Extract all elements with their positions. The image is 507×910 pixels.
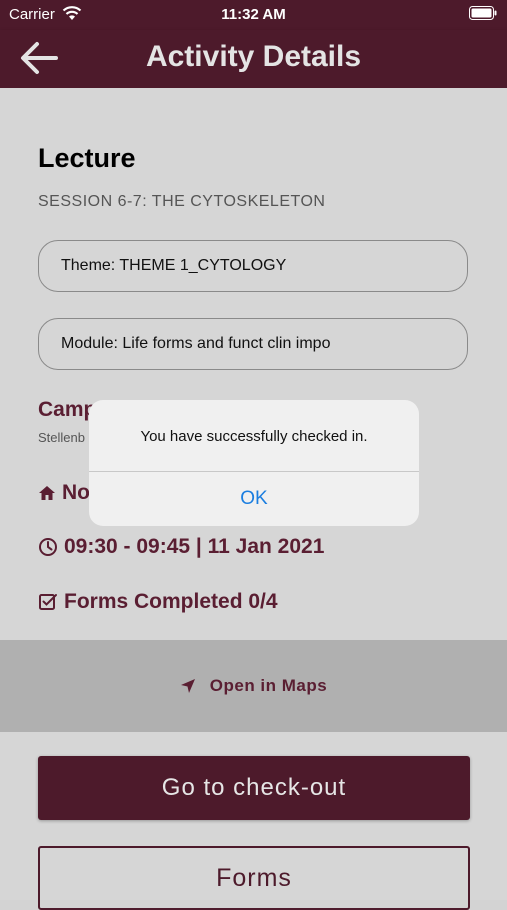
checkbox-checked-icon bbox=[39, 594, 57, 610]
home-icon bbox=[39, 486, 55, 500]
campus-location: Stellenb bbox=[38, 430, 85, 445]
open-in-maps-label: Open in Maps bbox=[209, 676, 328, 695]
alert-message: You have successfully checked in. bbox=[140, 428, 368, 445]
activity-type-heading: Lecture bbox=[38, 143, 136, 173]
page-title: Activity Details bbox=[145, 40, 362, 73]
status-bar: Carrier 11:32 AM bbox=[0, 0, 507, 30]
open-in-maps-link[interactable]: Open in Maps bbox=[0, 676, 507, 696]
module-field: Module: Life forms and funct clin impo bbox=[38, 318, 468, 370]
alert-ok-button[interactable]: OK bbox=[89, 472, 419, 526]
time-date-label: 09:30 - 09:45 | 11 Jan 2021 bbox=[64, 535, 325, 558]
theme-field: Theme: THEME 1_CYTOLOGY bbox=[38, 240, 468, 292]
nav-bar: Activity Details bbox=[0, 30, 507, 88]
battery-icon bbox=[469, 6, 497, 20]
clock-icon bbox=[39, 538, 57, 556]
clock: 11:32 AM bbox=[221, 6, 286, 23]
check-in-success-alert: You have successfully checked in. OK bbox=[89, 400, 419, 526]
time-row: 09:30 - 09:45 | 11 Jan 2021 bbox=[38, 535, 324, 559]
forms-completed-label: Forms Completed 0/4 bbox=[64, 590, 278, 613]
forms-button[interactable]: Forms bbox=[38, 846, 470, 910]
forms-completed-row: Forms Completed 0/4 bbox=[38, 590, 278, 614]
session-title: SESSION 6-7: THE CYTOSKELETON bbox=[38, 193, 326, 210]
venue-label: No bbox=[62, 481, 90, 504]
maps-band: Open in Maps bbox=[0, 640, 507, 732]
venue-row: No bbox=[38, 481, 90, 505]
check-out-button[interactable]: Go to check-out bbox=[38, 756, 470, 820]
campus-name: Camp bbox=[38, 398, 97, 421]
navigation-arrow-icon bbox=[180, 679, 195, 693]
